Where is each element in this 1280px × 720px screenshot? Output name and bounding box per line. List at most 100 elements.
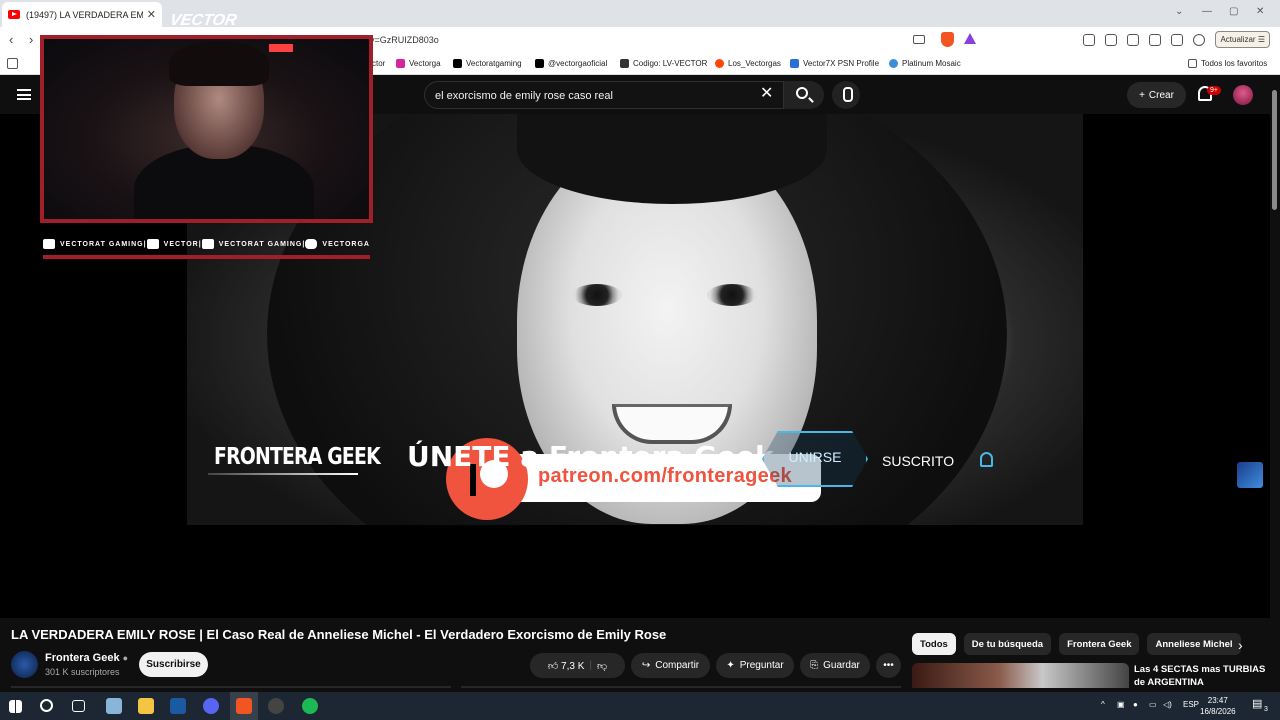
- search-icon: [796, 87, 808, 99]
- page-scrollbar[interactable]: [1270, 76, 1280, 688]
- all-favorites[interactable]: Todos los favoritos: [1188, 59, 1267, 68]
- chip-channel[interactable]: Frontera Geek: [1059, 633, 1140, 655]
- tag-icon: [620, 59, 629, 68]
- task-view-icon[interactable]: [72, 700, 85, 712]
- bookmark-label: @vectorgaoficial: [548, 59, 608, 68]
- ai-icon[interactable]: [1171, 33, 1184, 46]
- bookmark-item[interactable]: Los_Vectorgas: [715, 59, 781, 68]
- join-text: ÚNETE a Frontera Geek: [407, 440, 774, 473]
- tray-chevron-icon[interactable]: ^: [1101, 700, 1105, 709]
- tray-app-icon[interactable]: ▣: [1117, 700, 1125, 709]
- thumbs-up-icon: 👍︎: [547, 660, 559, 672]
- windows-start-icon[interactable]: [9, 700, 22, 713]
- search-input[interactable]: el exorcismo de emily rose caso real: [424, 81, 784, 109]
- minimize-icon[interactable]: —: [1202, 6, 1212, 17]
- streamer-hair: [169, 41, 269, 86]
- discord-icon[interactable]: [203, 698, 219, 714]
- related-chips: Todos De tu búsqueda Frontera Geek Annel…: [912, 633, 1241, 655]
- sidebar-icon[interactable]: [1127, 33, 1140, 46]
- social-label: VECTORGA: [322, 240, 370, 248]
- bookmark-item[interactable]: Codigo: LV-VECTOR: [620, 59, 707, 68]
- network-icon[interactable]: ▭: [1149, 700, 1157, 709]
- channel-name-text: Frontera Geek: [45, 652, 120, 664]
- forward-icon[interactable]: ›: [29, 32, 33, 47]
- share-icon: ↪: [641, 660, 651, 671]
- chevron-right-icon[interactable]: ›: [1238, 637, 1243, 653]
- obs-icon[interactable]: [268, 698, 284, 714]
- bookmark-item[interactable]: @vectorgaoficial: [535, 59, 607, 68]
- music-icon[interactable]: [1105, 33, 1118, 46]
- chip-search[interactable]: De tu búsqueda: [963, 633, 1052, 655]
- vector-logo: VECTOR: [168, 12, 238, 29]
- clock-date: 16/8/2026: [1200, 707, 1236, 716]
- maximize-icon[interactable]: ▢: [1229, 6, 1238, 17]
- vpn-icon[interactable]: [1193, 33, 1206, 46]
- apps-icon[interactable]: [7, 58, 18, 69]
- search-button[interactable]: [784, 81, 824, 109]
- channel-avatar[interactable]: [11, 651, 38, 678]
- menu-icon[interactable]: [17, 89, 31, 100]
- wallet-icon[interactable]: [1149, 33, 1162, 46]
- dislike-button[interactable]: 👎︎: [597, 660, 607, 672]
- extensions-icon[interactable]: [1083, 33, 1096, 46]
- eye-left: [572, 284, 622, 306]
- frontera-geek-logo: FRONTERA GEEK: [214, 444, 381, 470]
- recommendation-thumbnail[interactable]: [912, 663, 1129, 688]
- social-label: VECTORAT GAMING: [218, 240, 303, 248]
- search-icon[interactable]: [40, 699, 53, 712]
- file-explorer-icon[interactable]: [138, 698, 154, 714]
- create-button[interactable]: + Crear: [1127, 82, 1186, 108]
- youtube-favicon-icon: [8, 10, 20, 19]
- notification-count: 3: [1264, 706, 1268, 713]
- social-item: VECTOR: [146, 239, 199, 249]
- channel-name[interactable]: Frontera Geek ●: [45, 652, 128, 664]
- clock[interactable]: 23:47 16/8/2026: [1200, 695, 1236, 717]
- join-button[interactable]: UNIRSE: [752, 423, 878, 493]
- bookmark-item[interactable]: ctor: [372, 59, 385, 68]
- brave-icon[interactable]: [236, 698, 252, 714]
- bookmark-item[interactable]: Vectorga: [396, 59, 441, 68]
- video-title: LA VERDADERA EMILY ROSE | El Caso Real d…: [11, 627, 667, 642]
- scroll-thumb[interactable]: [1272, 90, 1277, 210]
- recommendation-title[interactable]: Las 4 SECTAS mas TURBIAS de ARGENTINA: [1134, 663, 1270, 689]
- brave-shield-icon[interactable]: [941, 32, 954, 47]
- browser-tab[interactable]: (19497) LA VERDADERA EMILY R ✕: [2, 2, 162, 27]
- like-button[interactable]: 👍︎ 7,3 K: [548, 660, 585, 672]
- subscribe-button[interactable]: Suscribirse: [139, 652, 208, 677]
- bookmark-item[interactable]: Vectoratgaming: [453, 59, 522, 68]
- volume-icon[interactable]: ◁): [1163, 700, 1172, 709]
- clear-search-icon[interactable]: ✕: [760, 83, 773, 103]
- subscriber-count: 301 K suscriptores: [45, 667, 120, 677]
- avatar[interactable]: [1233, 85, 1253, 105]
- ask-button[interactable]: ✦ Preguntar: [716, 653, 794, 678]
- verified-icon: ●: [122, 653, 129, 663]
- steam-icon[interactable]: [170, 698, 186, 714]
- close-tab-icon[interactable]: ✕: [147, 8, 156, 21]
- share-button[interactable]: ↪ Compartir: [631, 653, 710, 678]
- microphone-icon[interactable]: ●: [1133, 700, 1138, 709]
- bookmark-item[interactable]: Platinum Mosaic: [889, 59, 961, 68]
- divider: |: [589, 660, 593, 671]
- voice-search-button[interactable]: [832, 81, 860, 109]
- back-icon[interactable]: ‹: [9, 32, 13, 47]
- widgets-icon[interactable]: [106, 698, 122, 714]
- bookmark-label: Vectoratgaming: [466, 59, 522, 68]
- brave-rewards-icon[interactable]: [964, 33, 976, 44]
- bookmark-label: Platinum Mosaic: [902, 59, 961, 68]
- chevron-down-icon[interactable]: ⌄: [1175, 6, 1183, 17]
- url-field[interactable]: v=GzRUIZD803o: [370, 35, 439, 45]
- notification-badge: 9+: [1207, 86, 1221, 95]
- language-indicator[interactable]: ESP: [1183, 700, 1199, 709]
- chip-anneliese[interactable]: Anneliese Michel: [1147, 633, 1241, 655]
- spotify-icon[interactable]: [302, 698, 318, 714]
- save-button[interactable]: ⎘ Guardar: [800, 653, 870, 678]
- channel-watermark[interactable]: [1237, 462, 1263, 488]
- notification-center-icon[interactable]: ▤: [1252, 697, 1262, 710]
- bookmark-item[interactable]: Vector7X PSN Profile: [790, 59, 879, 68]
- close-window-icon[interactable]: ✕: [1256, 6, 1264, 17]
- cast-icon[interactable]: [913, 35, 925, 44]
- update-button[interactable]: Actualizar ☰: [1215, 31, 1270, 48]
- psn-icon: [790, 59, 799, 68]
- more-actions-button[interactable]: •••: [876, 653, 901, 678]
- chip-todos[interactable]: Todos: [912, 633, 956, 655]
